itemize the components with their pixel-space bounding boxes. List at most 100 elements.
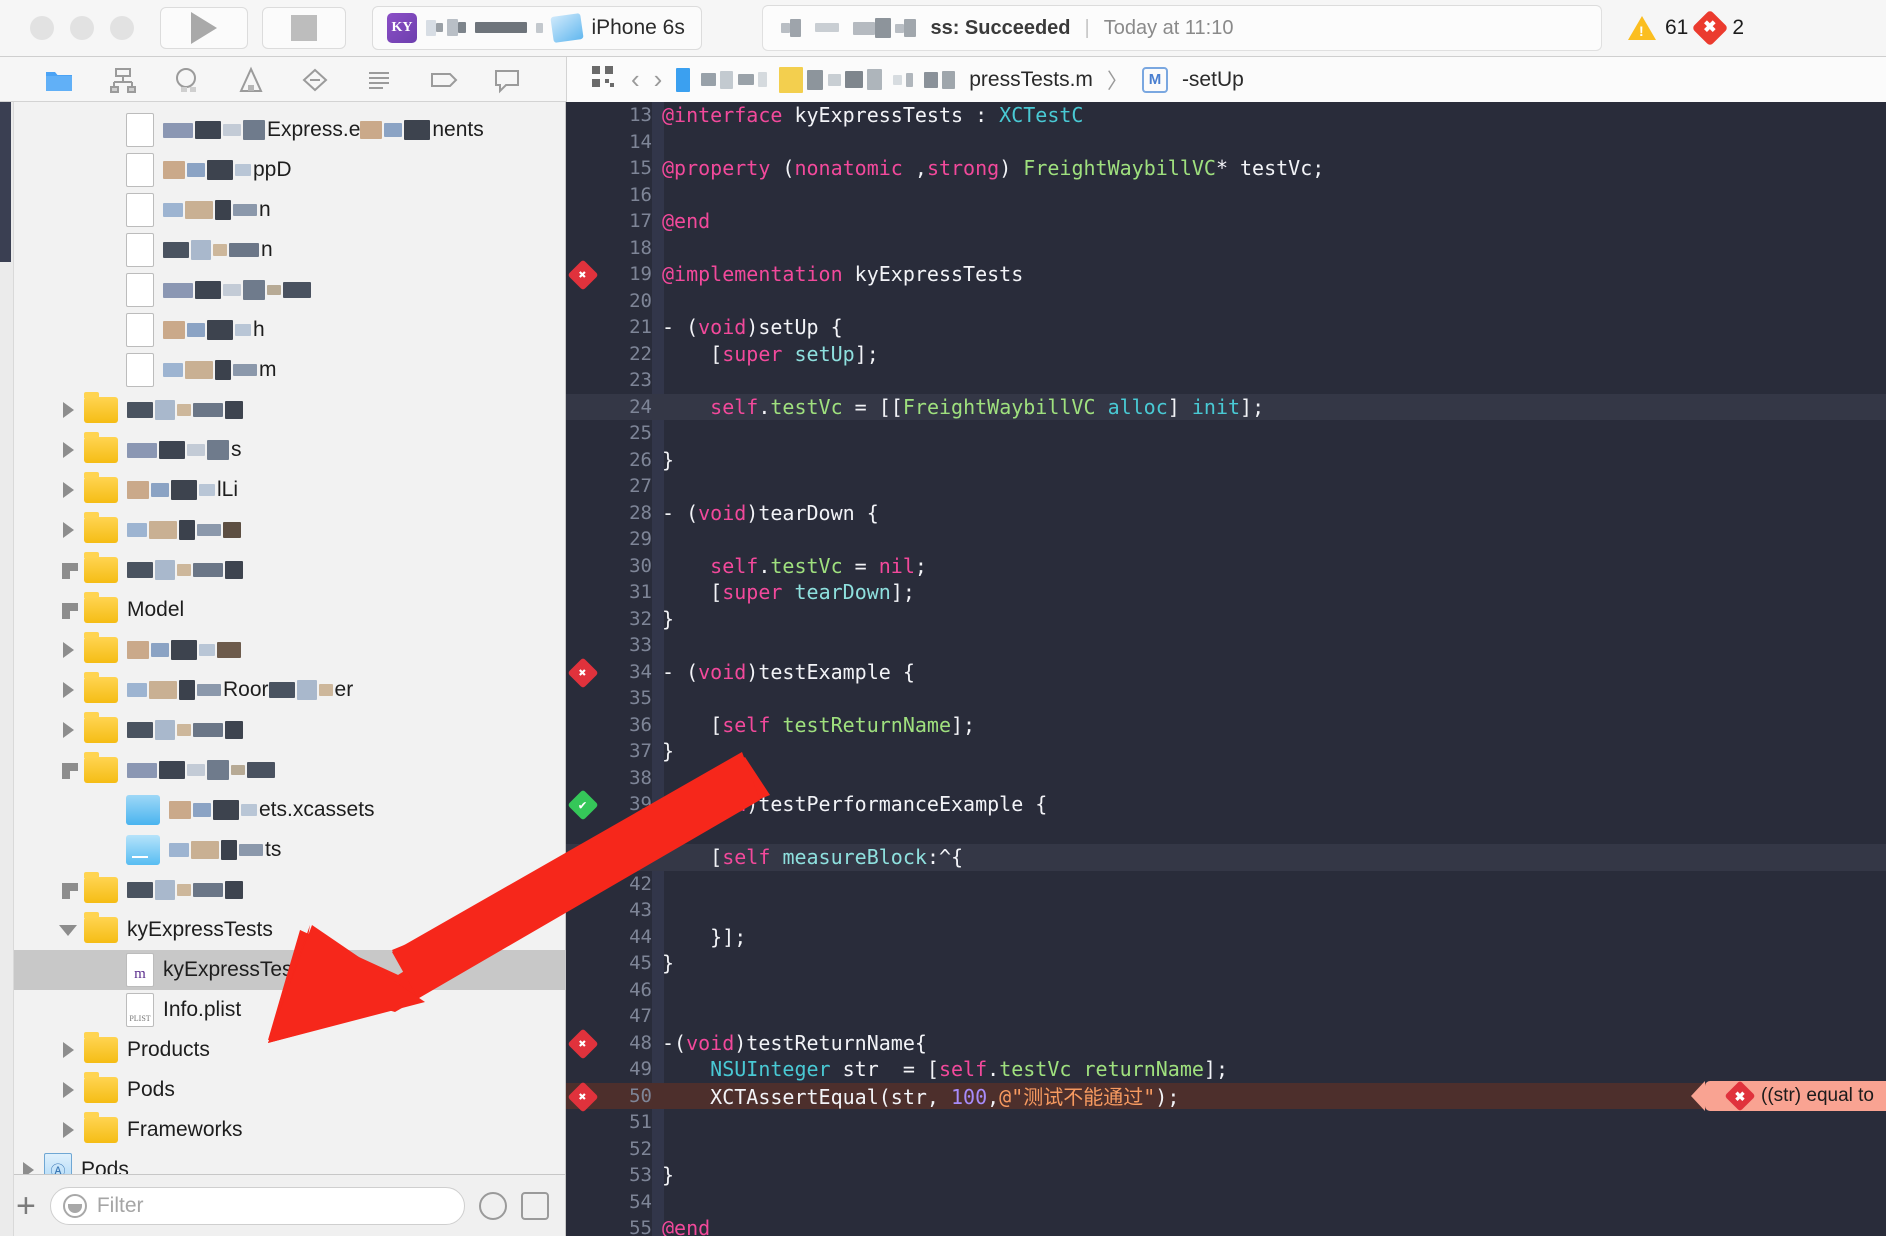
- code-line[interactable]: 52: [566, 1136, 1886, 1163]
- code-line[interactable]: 33: [566, 632, 1886, 659]
- code-line[interactable]: 27: [566, 473, 1886, 500]
- disclosure-triangle-closed-icon[interactable]: [58, 439, 80, 461]
- debug-navigator-icon[interactable]: [428, 65, 458, 95]
- related-items-icon[interactable]: [589, 63, 617, 96]
- activity-status-view[interactable]: ss: Succeeded | Today at 11:10: [762, 5, 1602, 51]
- code-line[interactable]: 28 - (void)tearDown {: [566, 500, 1886, 527]
- code-line[interactable]: 21 - (void)setUp {: [566, 314, 1886, 341]
- code-line[interactable]: 14: [566, 129, 1886, 156]
- code-line[interactable]: 25: [566, 420, 1886, 447]
- code-line[interactable]: 45}: [566, 950, 1886, 977]
- window-controls[interactable]: [30, 16, 134, 40]
- code-line[interactable]: 37}: [566, 738, 1886, 765]
- disclosure-triangle-open-icon[interactable]: [58, 919, 80, 941]
- disclosure-triangle-closed-icon[interactable]: [58, 639, 80, 661]
- code-line[interactable]: 20: [566, 288, 1886, 315]
- close-window-button[interactable]: [30, 16, 54, 40]
- code-line[interactable]: 42: [566, 871, 1886, 898]
- zoom-window-button[interactable]: [110, 16, 134, 40]
- file-tree-row[interactable]: [0, 390, 565, 430]
- run-button[interactable]: [160, 7, 248, 49]
- file-tree-row[interactable]: [0, 870, 565, 910]
- file-tree-row[interactable]: Frameworks: [0, 1110, 565, 1150]
- file-tree-row[interactable]: Pods: [0, 1070, 565, 1110]
- file-tree-row[interactable]: lLi: [0, 470, 565, 510]
- jumpbar-forward-button[interactable]: ›: [654, 64, 663, 95]
- source-code-editor[interactable]: 13 @interface kyExpressTests : XCTestC 14 1…: [566, 102, 1886, 1236]
- breadcrumb-method[interactable]: -setUp: [1182, 68, 1244, 92]
- project-file-tree[interactable]: Express.e nents ppD n n h m s lLi Model Roor er ets.…: [0, 110, 565, 1174]
- file-tree-row[interactable]: ts: [0, 830, 565, 870]
- code-line[interactable]: ✖ 34- (void)testExample {: [566, 656, 1886, 689]
- file-tree-row[interactable]: h: [0, 310, 565, 350]
- test-navigator-icon[interactable]: [364, 65, 394, 95]
- code-line[interactable]: 40: [566, 818, 1886, 845]
- clock-icon[interactable]: [479, 1191, 507, 1220]
- disclosure-triangle-closed-icon[interactable]: [58, 1039, 80, 1061]
- disclosure-spacer[interactable]: [58, 599, 80, 621]
- disclosure-triangle-closed-icon[interactable]: [58, 1119, 80, 1141]
- code-line[interactable]: 35: [566, 685, 1886, 712]
- code-line[interactable]: 22 [super setUp];: [566, 341, 1886, 368]
- file-tree-row[interactable]: [0, 750, 565, 790]
- code-line[interactable]: 44 }];: [566, 924, 1886, 951]
- disclosure-triangle-closed-icon[interactable]: [58, 679, 80, 701]
- code-line[interactable]: 46: [566, 977, 1886, 1004]
- code-line[interactable]: 24 self.testVc = [[FreightWaybillVC allo…: [566, 393, 1886, 420]
- file-tree-row[interactable]: kyExpressTests: [0, 910, 565, 950]
- issue-counters[interactable]: 61 ✖ 2: [1628, 9, 1744, 47]
- file-tree-row[interactable]: m: [0, 350, 565, 390]
- file-tree-row[interactable]: Ⓐ Pods: [0, 1150, 565, 1174]
- code-line[interactable]: 49 NSUInteger str = [self.testVc returnN…: [566, 1056, 1886, 1083]
- file-tree-row[interactable]: n: [0, 190, 565, 230]
- file-tree-row[interactable]: [0, 630, 565, 670]
- code-line[interactable]: 54: [566, 1189, 1886, 1216]
- minimize-window-button[interactable]: [70, 16, 94, 40]
- file-tree-row[interactable]: ets.xcassets: [0, 790, 565, 830]
- disclosure-triangle-closed-icon[interactable]: [58, 1079, 80, 1101]
- file-tree-row[interactable]: [0, 270, 565, 310]
- disclosure-spacer[interactable]: [58, 879, 80, 901]
- modified-files-icon[interactable]: [521, 1191, 549, 1220]
- code-line[interactable]: 51: [566, 1109, 1886, 1136]
- code-line[interactable]: 16: [566, 182, 1886, 209]
- code-line[interactable]: 29: [566, 526, 1886, 553]
- inline-error-balloon[interactable]: ✖ ((str) equal to: [1691, 1080, 1886, 1112]
- stop-button[interactable]: [262, 7, 346, 49]
- filter-input[interactable]: Filter: [49, 1186, 465, 1225]
- file-tree-row[interactable]: s: [0, 430, 565, 470]
- file-tree-row[interactable]: Products: [0, 1030, 565, 1070]
- symbol-navigator-icon[interactable]: [172, 65, 202, 95]
- file-tree-row[interactable]: [0, 510, 565, 550]
- find-navigator-icon[interactable]: [236, 65, 266, 95]
- code-line[interactable]: 32}: [566, 606, 1886, 633]
- code-line[interactable]: 38: [566, 765, 1886, 792]
- file-tree-row[interactable]: PLIST Info.plist: [0, 990, 565, 1030]
- code-line-error[interactable]: ✖ 50 XCTAssertEqual(str, 100,@"测试不能通过"); ✖…: [566, 1080, 1886, 1113]
- code-line[interactable]: 18: [566, 235, 1886, 262]
- code-line[interactable]: 13 @interface kyExpressTests : XCTestC: [566, 102, 1886, 129]
- disclosure-triangle-closed-icon[interactable]: [58, 479, 80, 501]
- breadcrumb-blurred-path[interactable]: [676, 66, 956, 93]
- code-line[interactable]: 36 [self testReturnName];: [566, 712, 1886, 739]
- source-control-navigator-icon[interactable]: [108, 65, 138, 95]
- add-file-button[interactable]: +: [16, 1189, 36, 1223]
- disclosure-triangle-closed-icon[interactable]: [18, 1159, 40, 1174]
- disclosure-triangle-closed-icon[interactable]: [58, 519, 80, 541]
- code-line[interactable]: 17 @end: [566, 208, 1886, 235]
- code-line[interactable]: 26}: [566, 447, 1886, 474]
- code-line[interactable]: 47: [566, 1003, 1886, 1030]
- project-navigator-icon[interactable]: [44, 65, 74, 95]
- file-tree-row[interactable]: Express.e nents: [0, 110, 565, 150]
- breadcrumb-file[interactable]: pressTests.m: [969, 68, 1093, 92]
- disclosure-spacer[interactable]: [58, 759, 80, 781]
- file-tree-row-selected[interactable]: m kyExpressTests.m: [0, 950, 565, 990]
- file-tree-row[interactable]: ppD: [0, 150, 565, 190]
- file-tree-row[interactable]: Roor er: [0, 670, 565, 710]
- scheme-selector[interactable]: KY iPhone 6s: [372, 6, 702, 50]
- file-tree-row[interactable]: [0, 550, 565, 590]
- code-line[interactable]: 23: [566, 367, 1886, 394]
- code-lines[interactable]: 13 @interface kyExpressTests : XCTestC 14 1…: [566, 102, 1886, 1236]
- issue-navigator-icon[interactable]: [300, 65, 330, 95]
- report-navigator-icon[interactable]: [492, 65, 522, 95]
